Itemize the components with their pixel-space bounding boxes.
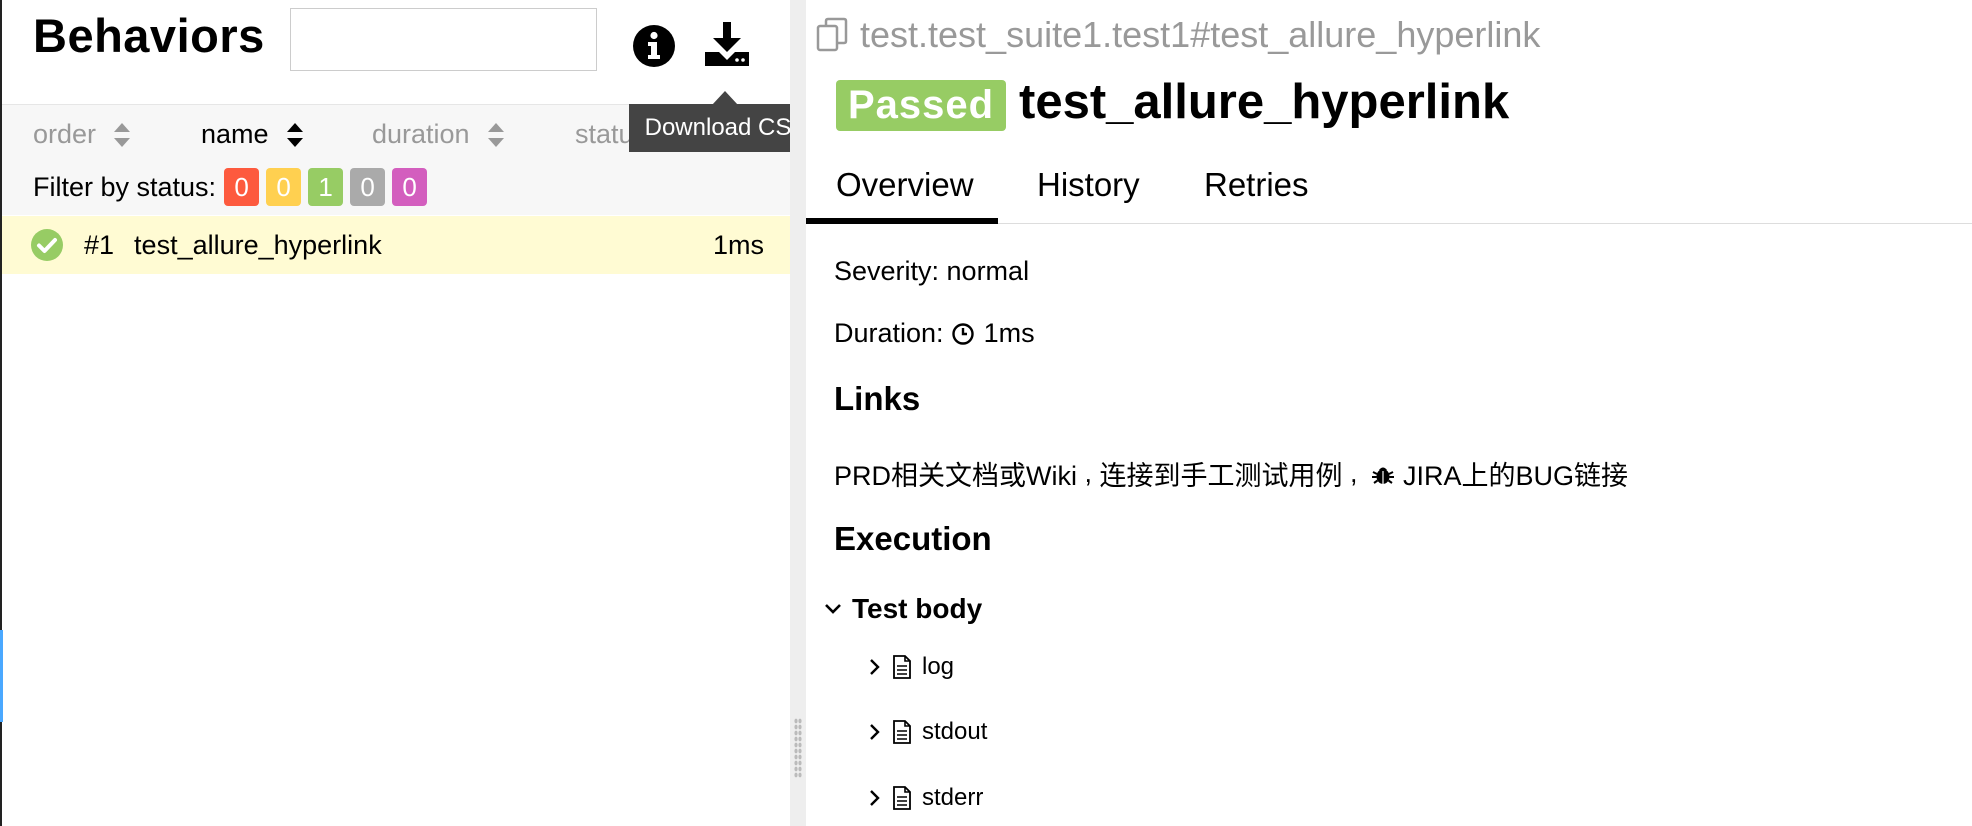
detail-tabs: Overview History Retries <box>806 156 1972 224</box>
search-input[interactable] <box>290 8 597 71</box>
attachment-label: stdout <box>922 718 988 745</box>
sort-arrows-icon <box>286 122 303 147</box>
chevron-right-icon <box>870 659 880 675</box>
severity: Severity: normal <box>834 256 1030 286</box>
chevron-right-icon <box>870 724 880 740</box>
file-text-icon <box>893 655 911 679</box>
file-text-icon <box>893 720 911 744</box>
link-jira-bug[interactable]: JIRA上的BUG链接 <box>1403 454 1628 493</box>
test-title: test_allure_hyperlink <box>1019 75 1510 129</box>
passed-check-icon <box>31 229 63 261</box>
test-row[interactable]: #1 test_allure_hyperlink 1ms <box>2 216 792 274</box>
filter-chip-failed[interactable]: 0 <box>224 168 260 206</box>
status-filter: Filter by status: 0 0 1 0 0 <box>33 168 434 206</box>
execution-heading: Execution <box>834 520 992 557</box>
tab-history[interactable]: History <box>1037 166 1140 204</box>
filter-chip-passed[interactable]: 1 <box>308 168 344 206</box>
bug-icon <box>1372 467 1395 484</box>
duration-label: Duration: <box>834 318 944 348</box>
test-order: #1 <box>84 229 115 260</box>
filter-chip-skipped[interactable]: 0 <box>350 168 386 206</box>
sort-arrows-icon <box>487 122 504 147</box>
attachment-log[interactable]: log <box>868 653 954 681</box>
pane-title: Behaviors <box>33 9 265 62</box>
sort-by-order[interactable]: order <box>33 119 131 150</box>
tab-retries[interactable]: Retries <box>1204 166 1309 204</box>
info-icon[interactable] <box>632 24 676 68</box>
test-details-pane: test.test_suite1.test1#test_allure_hyper… <box>806 0 1972 826</box>
link-separator: , <box>1077 458 1100 488</box>
sort-label: order <box>33 119 97 149</box>
breadcrumb-text: test.test_suite1.test1#test_allure_hyper… <box>860 14 1541 55</box>
attachment-label: log <box>922 653 955 680</box>
duration: Duration: 1ms <box>834 318 1035 349</box>
filter-label: Filter by status: <box>33 171 217 202</box>
links-list: PRD相关文档或Wiki , 连接到手工测试用例 , JIRA上的BUG链接 <box>834 454 1628 493</box>
status-badge: Passed <box>836 80 1007 131</box>
step-test-body[interactable]: Test body <box>824 593 982 625</box>
chevron-down-icon <box>825 604 841 614</box>
attachment-label: stderr <box>922 784 984 811</box>
link-separator: , <box>1342 458 1366 488</box>
test-duration: 1ms <box>712 229 764 260</box>
test-name: test_allure_hyperlink <box>134 229 382 260</box>
copy-icon[interactable] <box>816 17 848 53</box>
filter-chip-broken[interactable]: 0 <box>266 168 302 206</box>
pane-splitter[interactable] <box>790 0 806 826</box>
sort-by-name[interactable]: name <box>201 119 303 150</box>
pane-edge-indicator <box>0 630 3 722</box>
sort-by-duration[interactable]: duration <box>372 119 504 150</box>
tooltip-arrow <box>712 91 738 105</box>
download-icon[interactable] <box>703 20 751 68</box>
attachment-stderr[interactable]: stderr <box>868 784 983 812</box>
filter-chip-unknown[interactable]: 0 <box>392 168 428 206</box>
tab-overview[interactable]: Overview <box>836 166 974 204</box>
active-tab-indicator <box>806 218 998 224</box>
attachment-stdout[interactable]: stdout <box>868 718 987 746</box>
sort-label: duration <box>372 119 470 149</box>
sort-arrows-icon <box>114 122 131 147</box>
link-manual-testcase[interactable]: 连接到手工测试用例 <box>1100 454 1343 493</box>
clock-icon <box>951 322 974 345</box>
file-text-icon <box>893 786 911 810</box>
step-label: Test body <box>852 593 983 624</box>
behaviors-pane: Behaviors order name duration status Dow… <box>0 0 823 826</box>
chevron-right-icon <box>870 790 880 806</box>
breadcrumb: test.test_suite1.test1#test_allure_hyper… <box>816 14 1540 56</box>
link-prd-wiki[interactable]: PRD相关文档或Wiki <box>834 454 1077 493</box>
sort-label: name <box>201 119 269 149</box>
drag-handle-icon[interactable] <box>794 718 802 778</box>
links-heading: Links <box>834 380 921 417</box>
duration-value: 1ms <box>983 318 1035 348</box>
